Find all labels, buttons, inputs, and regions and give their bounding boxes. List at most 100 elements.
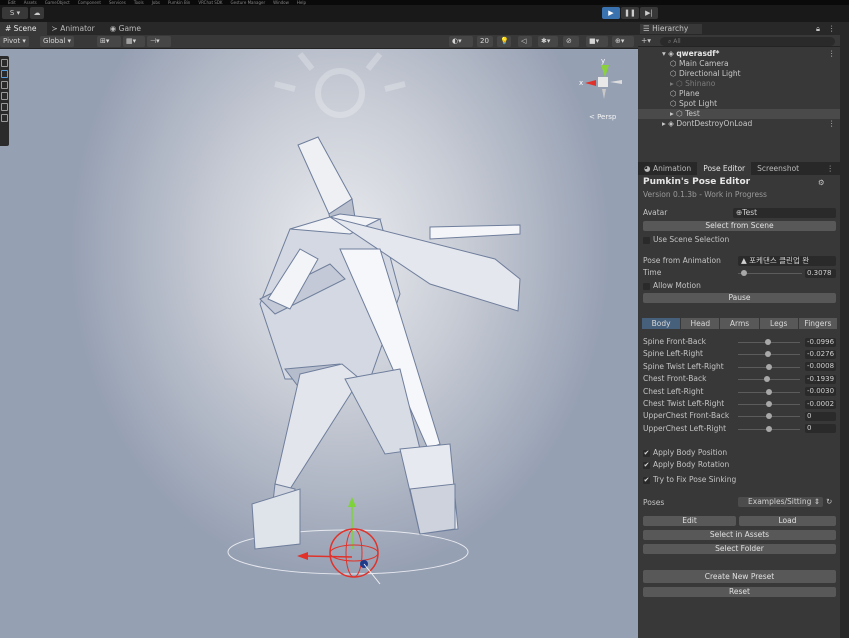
add-icon[interactable]: +▾ <box>641 36 651 46</box>
time-value[interactable]: 0.3078 <box>805 269 836 278</box>
effects-icon[interactable]: ✱▾ <box>538 36 558 47</box>
transform-tool-icon[interactable] <box>1 114 8 122</box>
slider-value[interactable]: -0.0276 <box>805 349 836 359</box>
create-new-preset-button[interactable]: Create New Preset <box>643 570 836 583</box>
rotate-tool-icon[interactable] <box>1 81 8 89</box>
scene-root-row[interactable]: ▾ ◈ qwerasdf* ⋮ <box>638 49 840 59</box>
scene-menu-icon[interactable]: ⋮ <box>828 119 836 129</box>
allow-motion-toggle[interactable]: Allow Motion <box>643 281 701 291</box>
load-button[interactable]: Load <box>739 516 836 526</box>
muscle-slider[interactable] <box>738 388 800 395</box>
muscle-slider[interactable] <box>738 413 800 420</box>
step-button[interactable]: ▶| <box>640 7 658 19</box>
slider-value[interactable]: -0.0996 <box>805 337 836 347</box>
scene-menu-icon[interactable]: ⋮ <box>828 49 836 59</box>
checkbox-checked[interactable]: ✔ <box>643 449 650 457</box>
muscle-slider[interactable] <box>738 339 800 345</box>
checkbox[interactable] <box>643 282 650 290</box>
perspective-label[interactable]: < Persp <box>589 112 616 122</box>
tab-head[interactable]: Head <box>681 318 720 329</box>
muscle-slider[interactable] <box>738 351 800 358</box>
slider-value[interactable]: -0.1939 <box>805 374 836 384</box>
hierarchy-tab[interactable]: ☰ Hierarchy <box>640 24 703 34</box>
hierarchy-item[interactable]: ⬡ Plane <box>638 89 840 99</box>
fix-pose-sinking-toggle[interactable]: ✔ Try to Fix Pose Sinking <box>643 475 736 485</box>
camera-icon[interactable]: ■▾ <box>586 36 608 47</box>
tab-pose-editor[interactable]: Pose Editor <box>697 162 752 175</box>
checkbox-checked[interactable]: ✔ <box>643 476 650 484</box>
grid-count[interactable]: 20 <box>477 36 493 47</box>
visibility-icon[interactable]: ⊘ <box>563 36 579 47</box>
slider-value[interactable]: -0.0030 <box>805 387 836 397</box>
hierarchy-item[interactable]: ⬡ Spot Light <box>638 99 840 109</box>
apply-body-position-toggle[interactable]: ✔ Apply Body Position <box>643 448 727 458</box>
checkbox[interactable] <box>643 236 650 244</box>
hierarchy-item[interactable]: ⬡ Main Camera <box>638 59 840 69</box>
tab-arms[interactable]: Arms <box>720 318 759 329</box>
kebab-menu-icon[interactable]: ⋮ <box>828 24 836 34</box>
grid-snap-icon[interactable]: ⊞▾ <box>97 36 121 47</box>
audio-icon[interactable]: ◁ <box>518 36 532 47</box>
slider-knob[interactable] <box>763 376 770 383</box>
slider-knob[interactable] <box>764 339 771 345</box>
time-slider[interactable] <box>738 270 802 276</box>
pose-from-animation-field[interactable]: ▲ 포케댄스 클린업 완 <box>738 256 836 266</box>
select-in-assets-button[interactable]: Select in Assets <box>643 530 836 540</box>
slider-knob[interactable] <box>766 425 772 432</box>
poses-dropdown[interactable]: Examples/Sitting ⇕ <box>738 497 823 507</box>
lock-icon[interactable]: 🔒︎ <box>816 24 820 34</box>
use-scene-selection-toggle[interactable]: Use Scene Selection <box>643 235 729 245</box>
select-folder-button[interactable]: Select Folder <box>643 544 836 554</box>
avatar-field[interactable]: ⊕Test <box>733 208 836 218</box>
slider-knob[interactable] <box>766 363 772 370</box>
muscle-slider[interactable] <box>738 376 800 383</box>
hierarchy-item[interactable]: ▸ ⬡ Test <box>638 109 840 119</box>
slider-knob[interactable] <box>766 388 772 395</box>
slider-value[interactable]: 0 <box>805 424 836 434</box>
dont-destroy-row[interactable]: ▸ ◈ DontDestroyOnLoad ⋮ <box>638 119 840 129</box>
muscle-slider[interactable] <box>738 425 800 432</box>
pivot-dropdown[interactable]: Pivot ▾ <box>0 36 29 47</box>
pause-button[interactable]: ❚❚ <box>621 7 639 19</box>
refresh-icon[interactable]: ↻ <box>826 497 832 507</box>
lighting-icon[interactable]: 💡 <box>497 36 511 47</box>
hand-tool-icon[interactable] <box>1 59 8 67</box>
checkbox-checked[interactable]: ✔ <box>643 461 650 469</box>
muscle-slider[interactable] <box>738 363 800 370</box>
slider-knob[interactable] <box>766 401 772 407</box>
pause-button[interactable]: Pause <box>643 293 836 303</box>
grid-icon[interactable]: ▦▾ <box>123 36 145 47</box>
tab-fingers[interactable]: Fingers <box>798 318 838 329</box>
shading-mode-icon[interactable]: ◐▾ <box>449 36 473 47</box>
edit-button[interactable]: Edit <box>643 516 736 526</box>
tab-animation[interactable]: ◕ Animation <box>638 162 697 175</box>
tab-scene[interactable]: # Scene <box>0 22 47 35</box>
increment-snap-icon[interactable]: ⊣▾ <box>147 36 171 47</box>
kebab-menu-icon[interactable]: ⋮ <box>821 162 841 175</box>
tab-animator[interactable]: ≻ Animator <box>47 22 105 35</box>
tab-legs[interactable]: Legs <box>759 318 798 329</box>
hierarchy-item[interactable]: ⬡ Directional Light <box>638 69 840 79</box>
global-dropdown[interactable]: Global ▾ <box>40 36 75 47</box>
slider-value[interactable]: -0.0002 <box>805 399 836 409</box>
account-button[interactable]: S ▾ <box>2 7 28 19</box>
play-button[interactable]: ▶ <box>602 7 620 19</box>
cloud-icon[interactable]: ☁ <box>30 7 44 19</box>
select-from-scene-button[interactable]: Select from Scene <box>643 221 836 231</box>
apply-body-rotation-toggle[interactable]: ✔ Apply Body Rotation <box>643 460 729 470</box>
reset-button[interactable]: Reset <box>643 587 836 597</box>
tab-body[interactable]: Body <box>642 318 681 329</box>
rect-tool-icon[interactable] <box>1 103 8 111</box>
gizmos-icon[interactable]: ⊕▾ <box>612 36 634 47</box>
slider-value[interactable]: 0 <box>805 411 836 421</box>
settings-gear-icon[interactable]: ⚙ <box>818 178 825 188</box>
hierarchy-search-input[interactable]: ⌕ All <box>660 37 835 46</box>
scene-viewport[interactable]: x y < Persp <box>0 49 638 638</box>
muscle-slider[interactable] <box>738 401 800 407</box>
slider-value[interactable]: -0.0008 <box>805 362 836 372</box>
move-tool-icon[interactable] <box>1 70 8 78</box>
tab-game[interactable]: ◉ Game <box>105 22 151 35</box>
hierarchy-item[interactable]: ▸ ⬡ Shinano <box>638 79 840 89</box>
tab-screenshot[interactable]: Screenshot <box>751 162 805 175</box>
scale-tool-icon[interactable] <box>1 92 8 100</box>
